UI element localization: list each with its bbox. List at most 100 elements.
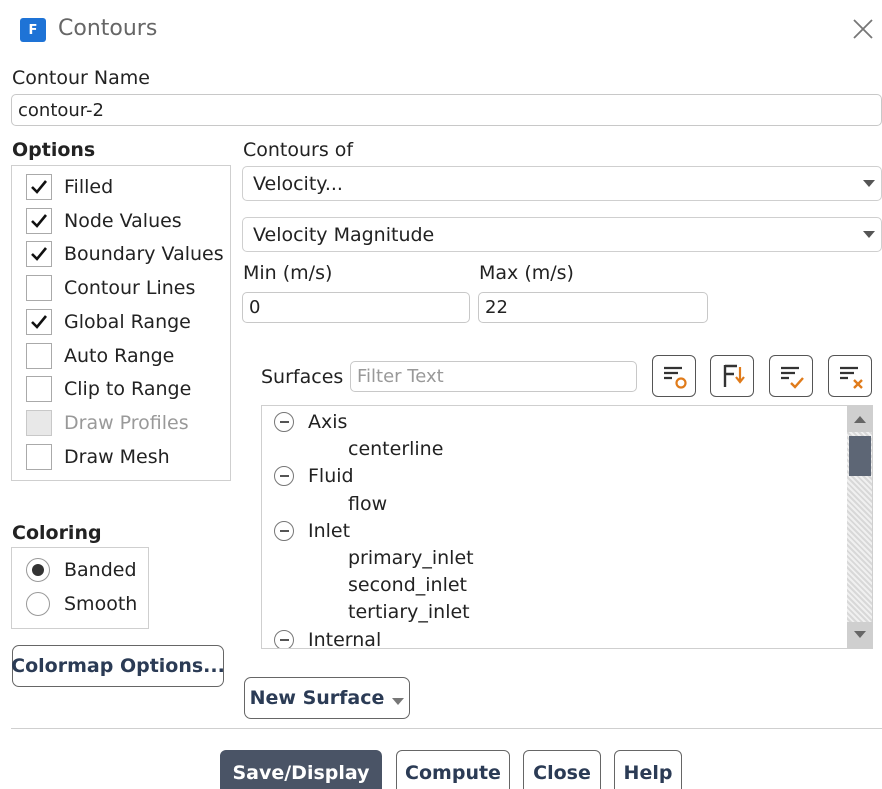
checkbox[interactable] [26, 241, 52, 268]
contour-name-value: contour-2 [18, 99, 104, 121]
chevron-down-icon [392, 697, 405, 705]
radio-button[interactable] [26, 558, 50, 582]
minus-icon [279, 421, 289, 423]
collapse-icon[interactable] [274, 629, 294, 648]
tree-group-label: Fluid [308, 465, 354, 488]
checkmark-icon [31, 247, 48, 262]
contour-name-input[interactable]: contour-2 [11, 94, 882, 126]
coloring-smooth[interactable]: Smooth [26, 590, 137, 618]
scrollbar-thumb[interactable] [849, 436, 871, 476]
tree-item[interactable]: second_inlet [348, 572, 467, 598]
checkbox[interactable] [26, 342, 52, 369]
new-surface-button[interactable]: New Surface [244, 677, 410, 719]
checkbox-label: Draw Profiles [64, 411, 189, 434]
radio-dot [32, 564, 44, 576]
tree-item[interactable]: flow [348, 491, 387, 517]
contour-name-label: Contour Name [12, 67, 150, 89]
surfaces-tree[interactable]: Axis centerline Fluid flow Inlet primary_inle… [261, 405, 873, 649]
checkmark-icon [31, 180, 48, 194]
minus-icon [279, 475, 289, 478]
collapse-icon[interactable] [274, 520, 294, 541]
coloring-label: Coloring [12, 522, 102, 544]
sort-surfaces-icon[interactable] [710, 355, 754, 397]
chevron-down-icon [863, 230, 875, 238]
coloring-banded[interactable]: Banded [26, 556, 137, 584]
tree-item[interactable]: centerline [348, 436, 443, 462]
tree-group[interactable]: Internal [274, 627, 382, 649]
colormap-options-button[interactable]: Colormap Options... [11, 645, 225, 687]
checkbox[interactable] [26, 207, 52, 234]
checkbox-label: Auto Range [64, 344, 175, 367]
contours-of-field-value: Velocity Magnitude [253, 223, 435, 246]
surfaces-label: Surfaces [261, 366, 344, 388]
checkbox-label: Draw Mesh [64, 445, 170, 468]
surface-filter-input[interactable]: Filter Text [350, 361, 637, 392]
tree-item[interactable]: primary_inlet [348, 545, 474, 571]
scroll-down-icon[interactable] [847, 622, 872, 648]
radio-button[interactable] [26, 592, 50, 616]
checkbox[interactable] [26, 174, 52, 200]
options-label: Options [12, 139, 96, 161]
surface-filter-placeholder: Filter Text [357, 366, 444, 387]
tree-group-label: Internal [308, 628, 382, 649]
tree-item[interactable]: tertiary_inlet [348, 599, 470, 625]
app-logo-letter: F [28, 22, 38, 38]
new-surface-label: New Surface [249, 687, 385, 709]
option-auto-range[interactable]: Auto Range [26, 342, 174, 370]
checkbox[interactable] [26, 376, 52, 403]
compute-button[interactable]: Compute [396, 750, 510, 789]
max-label: Max (m/s) [479, 262, 574, 284]
contours-of-category-select[interactable]: Velocity... [242, 166, 882, 201]
min-value: 0 [249, 297, 261, 318]
scroll-up-icon[interactable] [847, 406, 872, 432]
min-input[interactable]: 0 [242, 292, 470, 323]
checkbox[interactable] [26, 308, 52, 335]
checkbox-label: Contour Lines [64, 277, 196, 300]
deselect-all-surfaces-icon[interactable] [828, 355, 872, 397]
checkbox-label: Filled [64, 176, 114, 198]
select-highlighted-surfaces-icon[interactable] [652, 355, 696, 397]
option-node-values[interactable]: Node Values [26, 207, 182, 235]
help-button[interactable]: Help [614, 750, 682, 789]
tree-group-label: Axis [308, 411, 348, 433]
select-all-surfaces-icon[interactable] [769, 355, 813, 397]
options-group: Filled Node Values Boundary Values Contour … [11, 165, 231, 481]
chevron-down-icon [863, 179, 875, 187]
min-label: Min (m/s) [243, 262, 333, 284]
tree-group[interactable]: Inlet [274, 518, 350, 544]
checkbox-label: Boundary Values [64, 243, 224, 266]
checkmark-icon [31, 314, 48, 329]
checkbox-label: Global Range [64, 310, 191, 333]
tree-group[interactable]: Fluid [274, 463, 354, 489]
radio-label: Banded [64, 559, 137, 581]
option-draw-mesh[interactable]: Draw Mesh [26, 443, 170, 471]
collapse-icon[interactable] [274, 466, 294, 487]
close-icon[interactable] [848, 14, 878, 44]
option-boundary-values[interactable]: Boundary Values [26, 240, 224, 268]
radio-label: Smooth [64, 593, 138, 615]
tree-group-label: Inlet [308, 519, 351, 542]
save-display-button[interactable]: Save/Display [220, 750, 382, 789]
checkbox[interactable] [26, 275, 52, 302]
checkmark-icon [31, 213, 48, 228]
max-input[interactable]: 22 [478, 292, 708, 323]
contours-of-label: Contours of [243, 139, 354, 161]
checkbox[interactable] [26, 443, 52, 470]
close-button[interactable]: Close [523, 750, 601, 789]
coloring-group: Banded Smooth [11, 547, 149, 629]
option-filled[interactable]: Filled [26, 173, 113, 201]
tree-group[interactable]: Axis [274, 409, 347, 435]
app-logo-icon: F [20, 18, 46, 42]
checkbox [26, 409, 52, 436]
option-contour-lines[interactable]: Contour Lines [26, 274, 195, 302]
option-draw-profiles: Draw Profiles [26, 409, 189, 437]
option-global-range[interactable]: Global Range [26, 308, 191, 336]
window-title: Contours [58, 16, 158, 41]
contours-of-field-select[interactable]: Velocity Magnitude [242, 217, 882, 252]
collapse-icon[interactable] [274, 412, 294, 432]
footer-divider [11, 728, 882, 729]
max-value: 22 [485, 297, 508, 318]
minus-icon [279, 638, 289, 641]
option-clip-to-range[interactable]: Clip to Range [26, 375, 191, 403]
contours-of-category-value: Velocity... [253, 172, 343, 195]
